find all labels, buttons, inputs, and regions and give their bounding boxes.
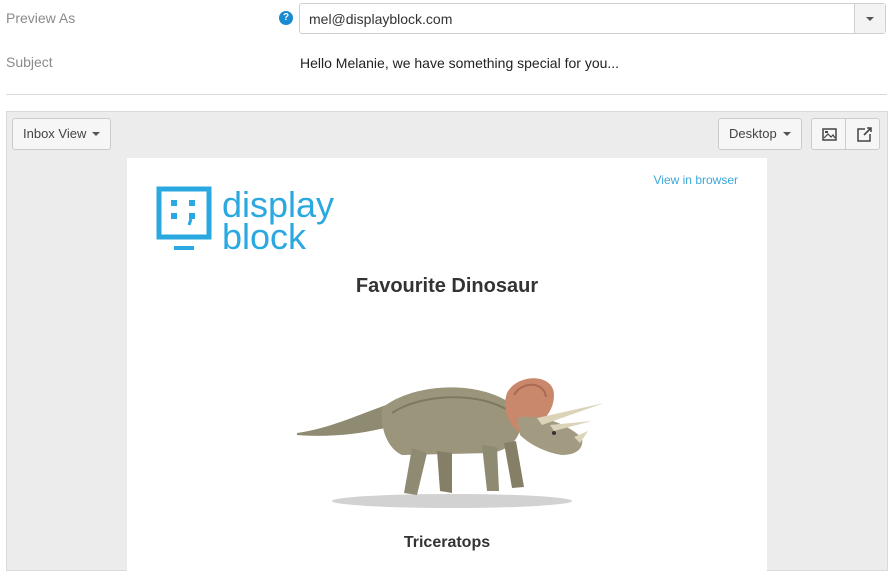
subject-value: Hello Melanie, we have something special…: [300, 55, 620, 71]
preview-as-select[interactable]: mel@displayblock.com: [299, 3, 886, 34]
divider: [6, 94, 887, 95]
device-dropdown[interactable]: Desktop: [718, 118, 802, 150]
view-in-browser-link[interactable]: View in browser: [654, 173, 738, 187]
dinosaur-caption: Triceratops: [403, 534, 491, 551]
preview-as-row: Preview As ? mel@displayblock.com: [0, 0, 894, 40]
logo-text-block: block: [222, 216, 307, 257]
chevron-down-icon: [92, 132, 101, 136]
subject-label: Subject: [6, 54, 53, 70]
external-link-icon: [857, 127, 872, 142]
brand-logo: display block: [156, 186, 356, 256]
question-icon[interactable]: ?: [279, 11, 293, 25]
open-external-button[interactable]: [845, 118, 880, 150]
logo-icon: [156, 186, 212, 250]
preview-as-value: mel@displayblock.com: [309, 11, 453, 27]
triceratops-image: [297, 378, 604, 508]
email-preview: View in browser display block Favourite …: [127, 158, 767, 578]
inbox-view-label: Inbox View: [23, 126, 87, 141]
image-icon: [822, 128, 837, 141]
device-label: Desktop: [729, 126, 777, 141]
email-title: Favourite Dinosaur: [355, 275, 539, 297]
preview-as-dropdown-button[interactable]: [854, 4, 885, 33]
image-toggle-button[interactable]: [811, 118, 846, 150]
chevron-down-icon: [866, 17, 874, 21]
preview-as-label: Preview As: [6, 10, 76, 26]
inbox-view-dropdown[interactable]: Inbox View: [12, 118, 112, 150]
chevron-down-icon: [782, 132, 791, 136]
